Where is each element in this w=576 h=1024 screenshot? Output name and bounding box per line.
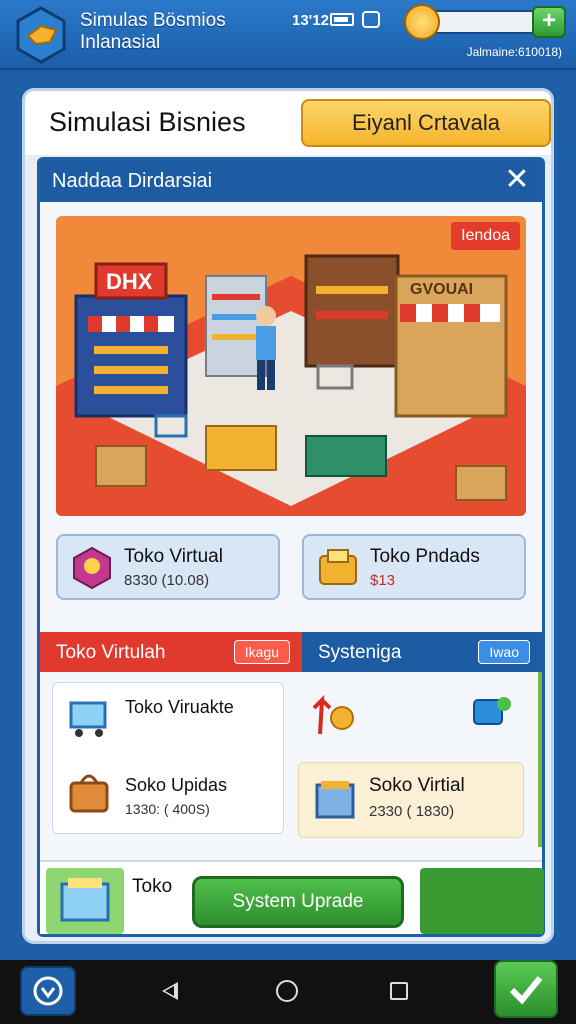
header-action-button[interactable]: Eiyanl Crtavala [301, 99, 551, 147]
cash-register-icon [319, 549, 357, 585]
app-title-line2: Inlanasial [80, 32, 161, 53]
row-title[interactable]: Toko Viruakte [125, 697, 234, 718]
heart-shield-icon[interactable] [20, 966, 76, 1016]
product-price: $13 [370, 572, 396, 589]
top-bar: Simulas Bösmios Inlanasial 13'12 + Jalma… [0, 0, 576, 70]
tab-pill: Ikagu [233, 640, 290, 664]
shopping-cart-icon [69, 701, 107, 737]
add-coins-button[interactable]: + [532, 6, 566, 38]
shopping-bag-icon [69, 774, 109, 813]
confirm-button[interactable] [420, 868, 544, 934]
app-title-line1: Simulas Bösmios [80, 10, 226, 31]
app-logo-icon[interactable] [14, 6, 68, 64]
coin-progress-track [424, 10, 542, 34]
card-price: 2330 ( 1830) [369, 803, 455, 820]
basket-icon [60, 878, 110, 922]
tab-toko-virtulah[interactable]: Toko Virtulah Ikagu [40, 632, 302, 672]
product-card-1[interactable]: Toko Virtual 8330 (10.08) [56, 534, 280, 600]
page-title: Simulasi Bisnies [49, 107, 246, 137]
system-upgrade-button[interactable]: System Uprade [192, 876, 404, 928]
action-row: Toko System Uprade [40, 860, 544, 934]
battery-icon [330, 13, 354, 26]
home-icon[interactable] [276, 980, 298, 1002]
shop-dialog: Naddaa Dirdarsiai ✕ DHX GVOUAI Iendoa To… [37, 157, 545, 937]
scene-sign-right: GVOUAI [410, 281, 473, 298]
product-card-2[interactable]: Toko Pndads $13 [302, 534, 526, 600]
scene-badge[interactable]: Iendoa [451, 222, 520, 250]
right-pane-card[interactable]: Soko Virtial 2330 ( 1830) [298, 762, 524, 838]
clock: 13'12 [292, 12, 329, 29]
coin-bar: + [404, 4, 566, 40]
wifi-icon [362, 11, 380, 28]
upgrade-arrow-icon[interactable] [310, 690, 360, 740]
building-icon [315, 781, 355, 819]
product-name: Toko Pndads [370, 546, 480, 567]
store-tag-icon [73, 546, 111, 590]
app-title: Simulas Bösmios Inlanasial [80, 10, 226, 54]
dialog-header: Naddaa Dirdarsiai ✕ [40, 160, 542, 202]
action-label: Toko [132, 876, 173, 897]
main-card: Simulasi Bisnies Eiyanl Crtavala Naddaa … [22, 88, 554, 944]
back-icon[interactable] [162, 982, 178, 1000]
system-nav-bar [0, 960, 576, 1024]
product-name: Toko Virtual [124, 546, 223, 567]
dialog-title: Naddaa Dirdarsiai [52, 170, 213, 192]
coin-icon [404, 4, 440, 40]
store-scene-image: DHX GVOUAI Iendoa [56, 216, 526, 516]
tab-label: Toko Virtulah [56, 642, 166, 663]
green-action-icon[interactable] [494, 960, 558, 1018]
tab-pill: Iwao [478, 640, 530, 664]
recent-apps-icon[interactable] [390, 982, 408, 1000]
store-scene-illustration: DHX GVOUAI [56, 216, 526, 516]
header-row: Simulasi Bisnies Eiyanl Crtavala [25, 91, 551, 155]
coin-sub-label: Jalmaine:610018) [466, 45, 562, 59]
row-price: 1330: ( 400S) [125, 801, 210, 817]
tab-label: Systeniga [318, 642, 402, 663]
row-title[interactable]: Soko Upidas [125, 775, 227, 796]
card-title: Soko Virtial [369, 775, 465, 796]
product-price: 8330 (10.08) [124, 572, 210, 589]
basket-thumbnail [46, 868, 124, 934]
chat-bubble-icon[interactable] [470, 694, 514, 734]
split-panel: Toko Virtulah Ikagu Systeniga Iwao Toko … [40, 632, 542, 852]
close-icon[interactable]: ✕ [502, 165, 532, 196]
left-pane: Toko Viruakte Soko Upidas 1330: ( 400S) [52, 682, 284, 834]
scrollbar[interactable] [538, 672, 542, 847]
scene-sign-left: DHX [106, 269, 153, 294]
tab-systeniga[interactable]: Systeniga Iwao [302, 632, 542, 672]
